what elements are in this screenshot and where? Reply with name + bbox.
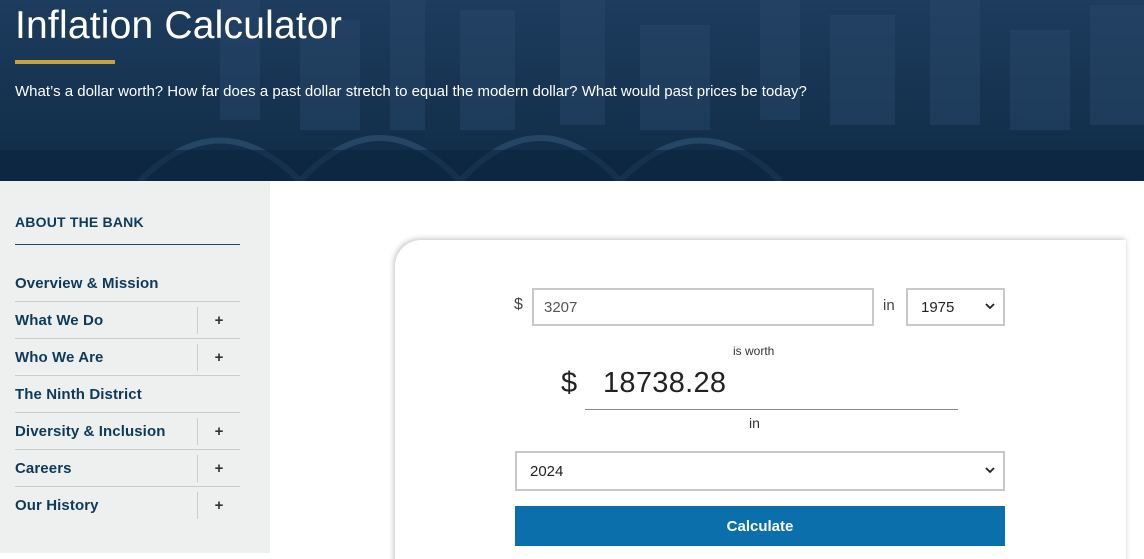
sidebar-item-label[interactable]: Careers xyxy=(15,460,72,477)
hero-banner: Inflation Calculator What’s a dollar wor… xyxy=(0,0,1144,181)
sidebar-item-our-history[interactable]: Our History + xyxy=(15,487,240,524)
sidebar-item-label[interactable]: Our History xyxy=(15,497,99,514)
sidebar-heading-link[interactable]: ABOUT THE BANK xyxy=(15,214,144,230)
calculate-button[interactable]: Calculate xyxy=(515,506,1005,546)
to-year-value: 2024 xyxy=(530,462,564,480)
sidebar-item-overview-mission[interactable]: Overview & Mission xyxy=(15,265,240,302)
amount-currency-symbol: $ xyxy=(514,296,523,313)
expand-plus-icon[interactable]: + xyxy=(197,307,240,334)
sidebar-item-label[interactable]: Who We Are xyxy=(15,349,104,366)
sidebar-heading-divider xyxy=(15,244,240,245)
result-underline xyxy=(585,409,958,410)
sidebar-item-ninth-district[interactable]: The Ninth District xyxy=(15,376,240,413)
to-year-in-label: in xyxy=(749,415,760,431)
expand-plus-icon[interactable]: + xyxy=(197,418,240,445)
sidebar-item-label[interactable]: Diversity & Inclusion xyxy=(15,423,165,440)
sidebar-item-who-we-are[interactable]: Who We Are + xyxy=(15,339,240,376)
chevron-down-icon xyxy=(985,467,995,474)
result-currency-symbol: $ xyxy=(561,367,578,399)
sidebar-item-diversity-inclusion[interactable]: Diversity & Inclusion + xyxy=(15,413,240,450)
title-accent-rule xyxy=(15,60,115,64)
sidebar-list: Overview & Mission What We Do + Who We A… xyxy=(15,265,240,524)
sidebar-item-careers[interactable]: Careers + xyxy=(15,450,240,487)
chevron-down-icon xyxy=(985,303,995,310)
from-year-value: 1975 xyxy=(921,298,955,316)
sidebar-item-label[interactable]: What We Do xyxy=(15,312,103,329)
expand-plus-icon[interactable]: + xyxy=(197,455,240,482)
is-worth-label: is worth xyxy=(733,344,775,358)
from-year-select[interactable]: 1975 xyxy=(906,288,1005,326)
expand-plus-icon[interactable]: + xyxy=(197,492,240,519)
page-subtitle: What’s a dollar worth? How far does a pa… xyxy=(15,83,807,100)
sidebar-item-label[interactable]: The Ninth District xyxy=(15,386,142,403)
sidebar-item-label[interactable]: Overview & Mission xyxy=(15,275,159,292)
sidebar-nav: ABOUT THE BANK Overview & Mission What W… xyxy=(0,181,270,553)
sidebar-item-what-we-do[interactable]: What We Do + xyxy=(15,302,240,339)
expand-plus-icon[interactable]: + xyxy=(197,344,240,371)
result-value: 18738.28 xyxy=(603,367,727,399)
from-year-in-label: in xyxy=(883,297,895,314)
to-year-select[interactable]: 2024 xyxy=(515,451,1005,491)
amount-input[interactable]: 3207 xyxy=(532,288,874,326)
page-title: Inflation Calculator xyxy=(15,4,343,47)
